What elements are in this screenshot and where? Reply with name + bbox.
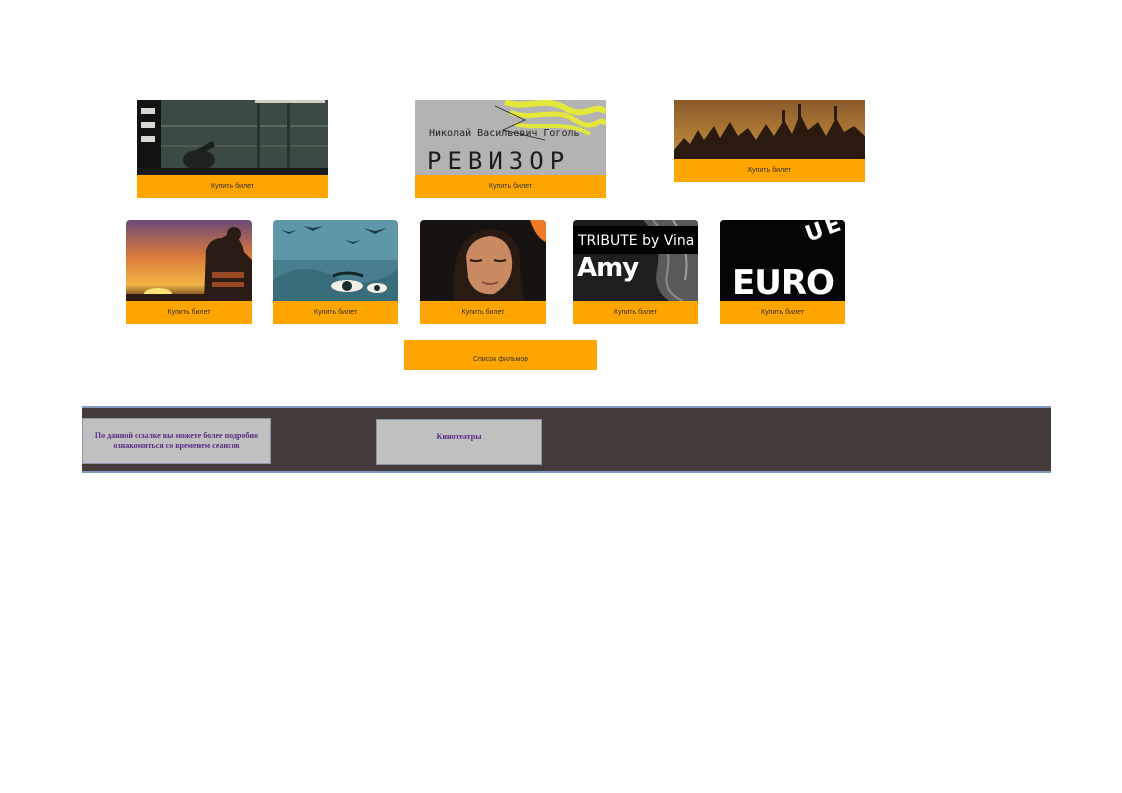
poster-author: Николай Васильевич Гоголь	[429, 128, 580, 139]
card-crowd: Купить билет	[674, 100, 865, 182]
card-war-poster: Купить билет	[137, 100, 328, 198]
card-sunset: Купить билет	[126, 220, 252, 324]
poster-image[interactable]	[126, 220, 252, 301]
cinemas-link[interactable]: Кинотеатры	[376, 419, 542, 465]
buy-ticket-button[interactable]: Купить билет	[674, 159, 865, 182]
film-list-button[interactable]: Список фильмов	[404, 340, 597, 370]
buy-ticket-button[interactable]: Купить билет	[126, 301, 252, 324]
poster-amy: Amy	[577, 253, 639, 283]
card-revizor: Николай Васильевич Гоголь РЕВИЗОР Купить…	[415, 100, 606, 198]
card-uefa: UEFA EURO Купить билет	[720, 220, 845, 324]
card-birds: Купить билет	[273, 220, 398, 324]
page: Купить билет Николай Васильевич Гоголь Р…	[0, 0, 1122, 793]
card-amy: TRIBUTE by Vina Amy Купить билет	[573, 220, 698, 324]
poster-image[interactable]: UEFA EURO	[720, 220, 845, 301]
buy-ticket-button[interactable]: Купить билет	[137, 175, 328, 198]
buy-ticket-button[interactable]: Купить билет	[720, 301, 845, 324]
buy-ticket-button[interactable]: Купить билет	[573, 301, 698, 324]
schedule-link[interactable]: По данной ссылке вы можете более подробн…	[82, 418, 271, 464]
poster-image[interactable]	[420, 220, 546, 301]
poster-image[interactable]: Николай Васильевич Гоголь РЕВИЗОР	[415, 100, 606, 175]
poster-image[interactable]	[273, 220, 398, 301]
buy-ticket-button[interactable]: Купить билет	[415, 175, 606, 198]
buy-ticket-button[interactable]: Купить билет	[273, 301, 398, 324]
poster-title: РЕВИЗОР	[427, 147, 571, 175]
card-woman: Купить билет	[420, 220, 546, 324]
poster-image[interactable]	[137, 100, 328, 175]
footer: По данной ссылке вы можете более подробн…	[82, 406, 1051, 473]
poster-image[interactable]	[674, 100, 865, 159]
buy-ticket-button[interactable]: Купить билет	[420, 301, 546, 324]
poster-euro: EURO	[732, 263, 835, 301]
poster-tribute: TRIBUTE by Vina	[578, 233, 695, 249]
poster-image[interactable]: TRIBUTE by Vina Amy	[573, 220, 698, 301]
